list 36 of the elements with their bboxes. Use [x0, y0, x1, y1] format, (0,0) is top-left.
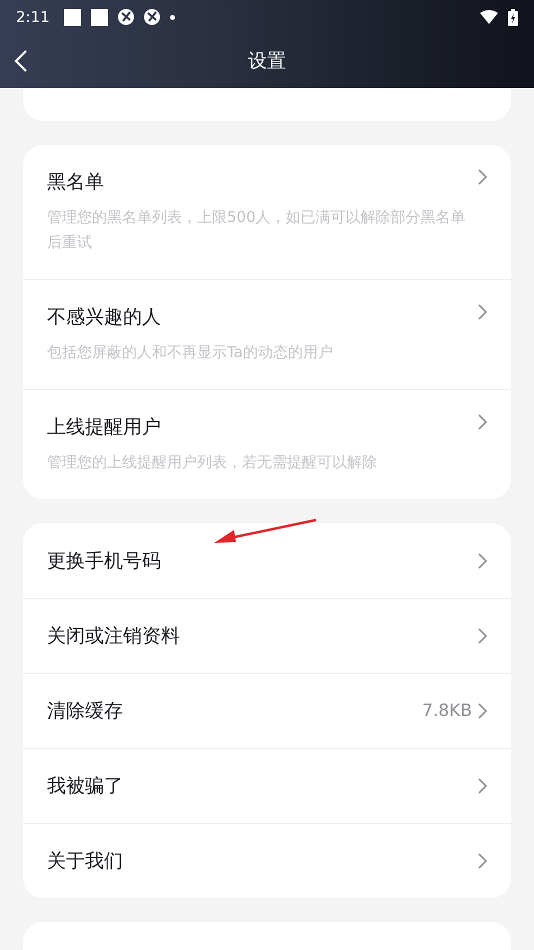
- item-title: 黑名单: [47, 170, 105, 195]
- chevron-right-icon: [478, 169, 487, 185]
- chevron-right-icon: [478, 414, 487, 430]
- settings-item[interactable]: 我被骗了: [23, 748, 511, 823]
- settings-item[interactable]: 关于我们: [23, 823, 511, 898]
- settings-item[interactable]: 更换手机号码: [23, 523, 511, 598]
- chevron-right-icon: [478, 778, 487, 794]
- item-description: 管理您的黑名单列表，上限500人，如已满可以解除部分黑名单后重试: [47, 207, 467, 253]
- status-time: 2:11: [16, 8, 50, 26]
- square-icon: [64, 8, 81, 26]
- item-title: 上线提醒用户: [47, 415, 162, 440]
- chevron-right-icon: [478, 304, 487, 320]
- item-description: 管理您的上线提醒用户列表，若无需提醒可以解除: [47, 452, 378, 473]
- item-title: 我被骗了: [47, 774, 124, 799]
- item-title: 不感兴趣的人: [47, 305, 162, 330]
- item-title: 关于我们: [47, 849, 124, 874]
- item-title: 更换手机号码: [47, 548, 162, 574]
- wifi-icon: [480, 10, 498, 24]
- settings-item[interactable]: 不感兴趣的人 包括您屏蔽的人和不再显示Ta的动态的用户: [23, 279, 511, 389]
- back-icon[interactable]: [14, 50, 28, 72]
- battery-icon: [508, 8, 518, 26]
- chevron-right-icon: [478, 853, 487, 869]
- settings-item[interactable]: 黑名单 管理您的黑名单列表，上限500人，如已满可以解除部分黑名单后重试: [23, 145, 511, 279]
- item-description: 包括您屏蔽的人和不再显示Ta的动态的用户: [47, 342, 334, 363]
- settings-item[interactable]: 清除缓存 7.8KB: [23, 673, 511, 748]
- settings-item[interactable]: 关闭或注销资料: [23, 598, 511, 673]
- item-value: 7.8KB: [422, 701, 472, 721]
- item-title: 关闭或注销资料: [47, 624, 181, 649]
- square-icon: [90, 8, 108, 26]
- dot-icon: [170, 14, 175, 20]
- chevron-right-icon: [478, 628, 487, 644]
- chevron-right-icon: [478, 703, 487, 719]
- settings-item[interactable]: 上线提醒用户 管理您的上线提醒用户列表，若无需提醒可以解除: [23, 389, 511, 499]
- page-title: 设置: [248, 49, 286, 74]
- item-title: 清除缓存: [47, 699, 124, 724]
- chevron-right-icon: [478, 552, 487, 568]
